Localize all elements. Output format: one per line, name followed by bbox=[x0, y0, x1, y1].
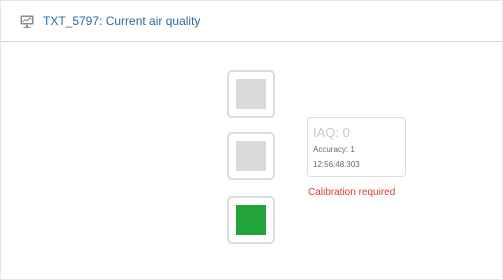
accuracy-value: Accuracy: 1 bbox=[313, 145, 355, 154]
air-quality-panel: TXT_5797: Current air quality IAQ: 0 Acc… bbox=[0, 0, 503, 280]
chart-monitor-icon bbox=[20, 15, 34, 28]
traffic-light-middle-fill bbox=[236, 141, 266, 171]
iaq-info-box: IAQ: 0 Accuracy: 1 12:56:48.303 bbox=[307, 117, 406, 177]
panel-title: TXT_5797: Current air quality bbox=[43, 14, 201, 28]
traffic-light-middle bbox=[227, 132, 275, 180]
iaq-value: IAQ: 0 bbox=[313, 125, 350, 140]
traffic-light-top-fill bbox=[236, 79, 266, 109]
traffic-light-top bbox=[227, 70, 275, 118]
calibration-status: Calibration required bbox=[308, 187, 396, 198]
panel-header: TXT_5797: Current air quality bbox=[1, 1, 503, 42]
traffic-light-bottom bbox=[227, 196, 275, 244]
timestamp: 12:56:48.303 bbox=[313, 160, 360, 169]
traffic-light-bottom-fill bbox=[236, 205, 266, 235]
